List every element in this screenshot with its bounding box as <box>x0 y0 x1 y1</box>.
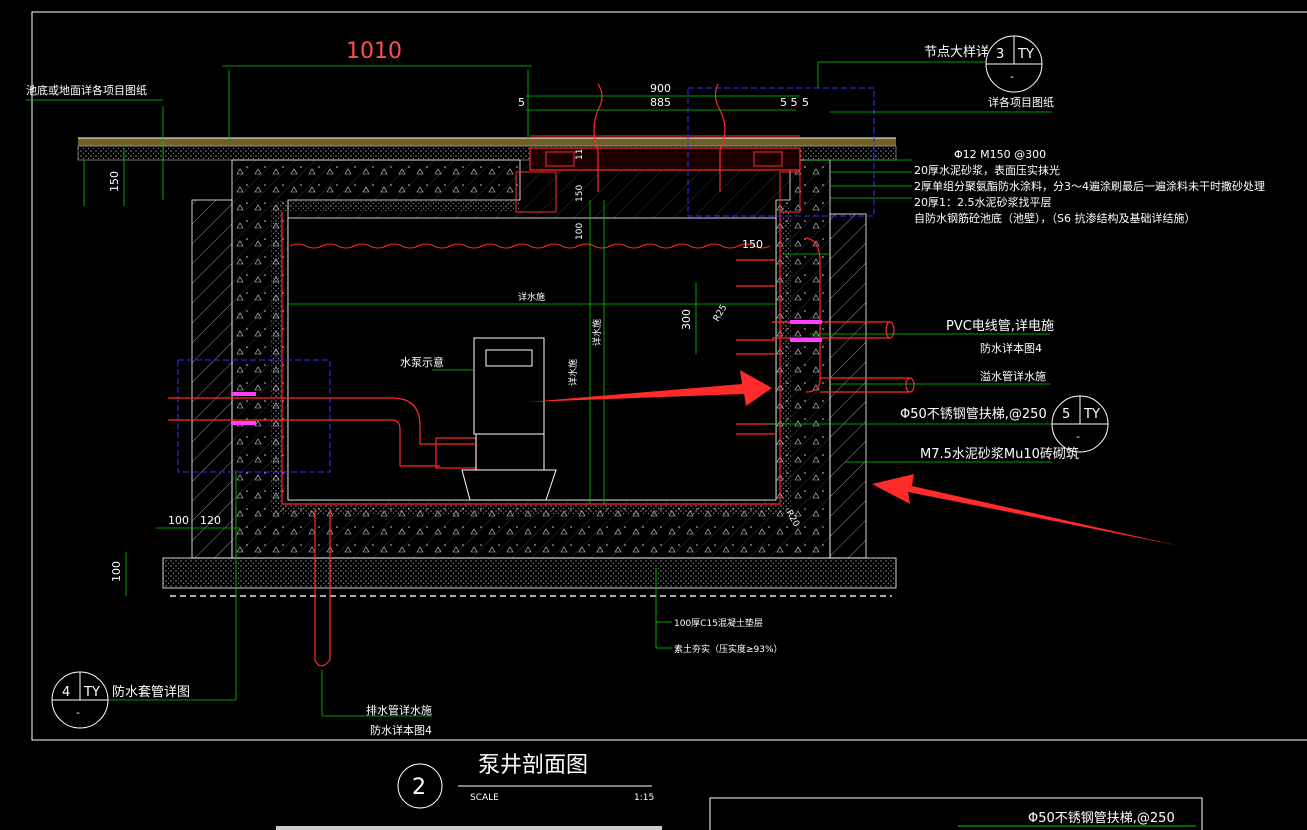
base-note-b: 素土夯实（压实度≥93%） <box>674 643 783 655</box>
ladder-sheet: TY <box>1083 407 1100 422</box>
waterproof-note-a: 防水详本图4 <box>980 341 1042 355</box>
layer-1: 20厚水泥砂浆，表面压实抹光 <box>914 163 1060 177</box>
layer-2: 2厚单组分聚氨酯防水涂料，分3～4遍涂刷最后一遍涂料未干时撒砂处理 <box>914 179 1265 193</box>
scale-value: 1:15 <box>634 793 654 803</box>
layer-4: 自防水钢筋砼池底（池壁），（S6 抗渗结构及基础详结施） <box>914 211 1195 225</box>
node-detail-id: 3 <box>996 47 1004 62</box>
inner-height-label-a: 详水施 <box>591 319 603 346</box>
drain-note-b: 防水详本图4 <box>370 723 432 737</box>
cad-drawing: 1010 900 885 5 5 5 5 150 150 100 11 150 … <box>26 11 1307 830</box>
project-note: 详各项目图纸 <box>988 95 1054 109</box>
node-detail-sheet: TY <box>1017 47 1034 62</box>
ladder-sub: - <box>1076 430 1080 443</box>
node-detail-sub: - <box>1010 70 1014 83</box>
dim-100-slab: 100 <box>110 561 123 582</box>
dim-120-base: 120 <box>200 514 221 527</box>
dim-150-mid: 150 <box>575 185 585 202</box>
detail-bubble-4 <box>51 671 109 729</box>
dim-1010: 1010 <box>346 39 402 64</box>
dim-5-5: 5 5 <box>780 96 798 109</box>
dim-5-right: 5 <box>802 96 809 109</box>
sleeve-sheet: TY <box>83 685 100 700</box>
ladder-id: 5 <box>1062 407 1070 422</box>
sleeve-note: 防水套管详图 <box>112 684 190 700</box>
overflow-note: 溢水管详水施 <box>980 369 1046 383</box>
inner-height-label-b: 详水施 <box>567 359 579 386</box>
dim-150-right: 150 <box>742 238 763 251</box>
pvc-note: PVC电线管,详电施 <box>946 319 1054 334</box>
dim-150-left: 150 <box>108 171 121 192</box>
layer-3: 20厚1：2.5水泥砂浆找平层 <box>914 195 1052 209</box>
dim-900: 900 <box>650 82 671 95</box>
dim-885: 885 <box>650 96 671 109</box>
drain-note-a: 排水管详水施 <box>366 703 432 717</box>
dim-11: 11 <box>575 149 585 160</box>
sleeve-id: 4 <box>62 685 70 700</box>
wall-structure <box>162 159 897 597</box>
detail-bubble-5 <box>1051 395 1109 453</box>
dim-5-left: 5 <box>518 96 525 109</box>
detail-bubble-3 <box>985 35 1043 93</box>
ladder-note: Φ50不锈钢管扶梯,@250 <box>900 407 1047 422</box>
dim-300: 300 <box>680 309 693 330</box>
drawing-title: 泵井剖面图 <box>478 753 588 778</box>
scale-label: SCALE <box>470 793 499 803</box>
inner-width-label: 详水施 <box>518 291 545 303</box>
dim-100-base: 100 <box>168 514 189 527</box>
arrow-lower <box>872 474 1180 546</box>
left-top-note: 池底或地面详各项目图纸 <box>26 83 147 97</box>
pump-label: 水泵示意 <box>400 355 444 369</box>
brick-note: M7.5水泥砂浆Mu10砖砌筑 <box>920 446 1079 462</box>
node-detail-note: 节点大样详 <box>924 45 989 60</box>
title-number: 2 <box>412 775 426 800</box>
base-note-a: 100厚C15混凝土垫层 <box>674 617 763 629</box>
dim-100-mid: 100 <box>575 223 585 240</box>
bottom-box-text: Φ50不锈钢管扶梯,@250 <box>1028 811 1175 826</box>
sleeve-sub: - <box>76 706 80 719</box>
rebar-note: Φ12 M150 @300 <box>954 148 1046 161</box>
